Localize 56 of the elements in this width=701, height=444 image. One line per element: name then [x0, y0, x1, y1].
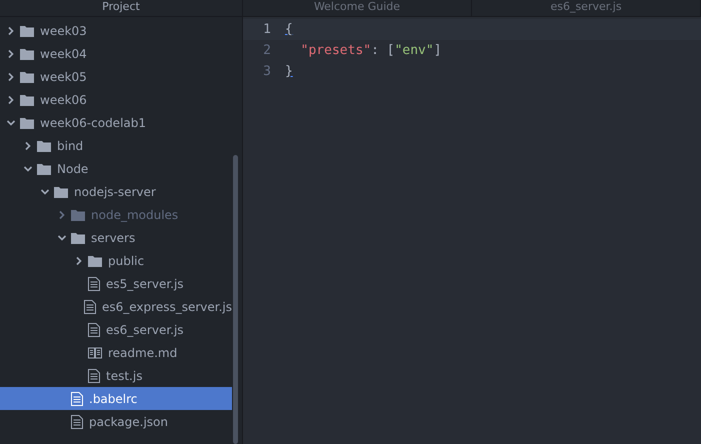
- tab[interactable]: Welcome Guide: [243, 0, 472, 16]
- folder-icon: [54, 186, 68, 198]
- tab[interactable]: es6_server.js: [472, 0, 701, 16]
- file-icon: [88, 276, 100, 290]
- folder-icon: [71, 208, 85, 220]
- folder-icon: [20, 48, 34, 60]
- chevron-right-icon[interactable]: [6, 72, 16, 82]
- file-icon: [71, 414, 83, 428]
- chevron-right-icon[interactable]: [57, 210, 67, 220]
- folder-icon: [20, 116, 34, 128]
- file-item[interactable]: readme.md: [0, 341, 232, 364]
- folder-item[interactable]: bind: [0, 134, 232, 157]
- file-item[interactable]: test.js: [0, 364, 232, 387]
- folder-item[interactable]: week06: [0, 88, 232, 111]
- folder-icon: [20, 70, 34, 82]
- folder-icon: [20, 94, 34, 106]
- chevron-right-icon[interactable]: [74, 256, 84, 266]
- folder-icon: [20, 24, 34, 36]
- folder-icon: [37, 162, 51, 174]
- folder-icon: [71, 232, 85, 244]
- chevron-right-icon[interactable]: [6, 48, 16, 58]
- folder-item[interactable]: public: [0, 249, 232, 272]
- file-icon: [88, 322, 100, 336]
- file-item[interactable]: package.json: [0, 410, 232, 433]
- folder-item[interactable]: week04: [0, 42, 232, 65]
- chevron-right-icon[interactable]: [6, 94, 16, 104]
- folder-item[interactable]: week05: [0, 65, 232, 88]
- file-item[interactable]: es6_server.js: [0, 318, 232, 341]
- code-line: {: [285, 22, 293, 37]
- folder-item[interactable]: nodejs-server: [0, 180, 232, 203]
- panel-title: Project: [102, 0, 140, 13]
- file-item[interactable]: .babelrc: [0, 387, 232, 410]
- folder-item[interactable]: week03: [0, 19, 232, 42]
- chevron-right-icon[interactable]: [6, 26, 16, 36]
- scrollbar[interactable]: [233, 155, 238, 444]
- code-line: }: [285, 64, 293, 79]
- folder-icon: [37, 140, 51, 152]
- chevron-down-icon[interactable]: [57, 232, 67, 242]
- file-icon: [84, 300, 96, 314]
- folder-item[interactable]: Node: [0, 157, 232, 180]
- line-number: 1: [262, 22, 272, 37]
- book-icon: [88, 346, 102, 358]
- file-icon: [71, 392, 83, 406]
- chevron-down-icon[interactable]: [23, 164, 33, 174]
- folder-item[interactable]: week06-codelab1: [0, 111, 232, 134]
- code-line: "presets": ["env"]: [300, 43, 442, 58]
- folder-item[interactable]: servers: [0, 226, 232, 249]
- file-icon: [88, 368, 100, 382]
- folder-icon: [88, 254, 102, 266]
- file-item[interactable]: es5_server.js: [0, 272, 232, 295]
- line-number: 2: [262, 43, 272, 58]
- chevron-down-icon[interactable]: [40, 186, 50, 196]
- chevron-down-icon[interactable]: [6, 118, 16, 128]
- chevron-right-icon[interactable]: [23, 140, 33, 150]
- line-number: 3: [262, 64, 272, 79]
- file-item[interactable]: es6_express_server.js: [0, 295, 232, 318]
